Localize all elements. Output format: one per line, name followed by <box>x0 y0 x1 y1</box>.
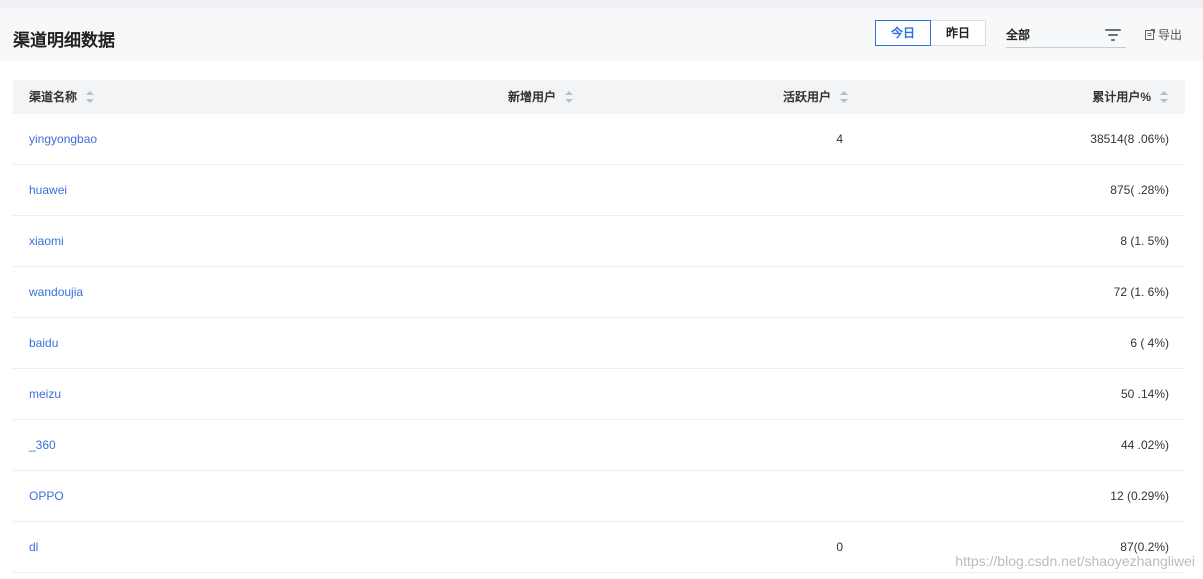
table-row: huawei 875( .28%) <box>13 165 1185 216</box>
table-row: xiaomi 8 (1. 5%) <box>13 216 1185 267</box>
active-users-value: 0 <box>836 540 843 554</box>
channel-name-link[interactable]: meizu <box>29 369 61 419</box>
table-row: baidu 6 ( 4%) <box>13 318 1185 369</box>
export-label: 导出 <box>1158 28 1183 42</box>
channel-name-link[interactable]: baidu <box>29 318 58 368</box>
channel-name-link[interactable]: xiaomi <box>29 216 64 266</box>
page-header: 渠道明细数据 今日 昨日 全部 导出 <box>0 8 1203 61</box>
total-users-value: 44 .02%) <box>1120 438 1169 452</box>
channel-name-link[interactable]: _360 <box>29 420 56 470</box>
sort-icon[interactable] <box>840 91 848 103</box>
filter-value: 全部 <box>1006 28 1031 42</box>
column-label: 渠道名称 <box>29 90 78 104</box>
total-users-value: 875( .28%) <box>1110 183 1169 197</box>
tab-today[interactable]: 今日 <box>875 20 931 46</box>
column-header-new-users[interactable]: 新增用户 <box>508 80 573 114</box>
total-users-value: 38514(8 .06%) <box>1090 132 1169 146</box>
column-header-active-users[interactable]: 活跃用户 <box>783 80 848 114</box>
total-users-value: 8 (1. 5%) <box>1120 234 1169 248</box>
channel-filter-select[interactable]: 全部 <box>1006 22 1126 48</box>
total-users-value: 6 ( 4%) <box>1130 336 1169 350</box>
table-row: meizu 50 .14%) <box>13 369 1185 420</box>
table-header: 渠道名称 新增用户 活跃用户 累计用户% <box>13 80 1185 114</box>
top-strip <box>0 0 1203 8</box>
channel-name-link[interactable]: wandoujia <box>29 267 83 317</box>
column-label: 新增用户 <box>507 90 556 104</box>
column-label: 活跃用户 <box>782 90 831 104</box>
channel-name-link[interactable]: dl <box>29 522 38 572</box>
sort-icon[interactable] <box>86 91 95 103</box>
channel-table: 渠道名称 新增用户 活跃用户 累计用户% yingyongbao 4 38514… <box>13 80 1185 573</box>
tab-yesterday[interactable]: 昨日 <box>930 20 986 46</box>
total-users-value: 72 (1. 6%) <box>1113 285 1169 299</box>
column-header-total-users[interactable]: 累计用户% <box>1092 80 1168 114</box>
page-title: 渠道明细数据 <box>13 31 115 50</box>
table-row: OPPO 12 (0.29%) <box>13 471 1185 522</box>
column-label: 累计用户% <box>1092 90 1151 104</box>
export-icon <box>1145 29 1155 40</box>
column-header-channel[interactable]: 渠道名称 <box>29 80 95 114</box>
channel-name-link[interactable]: yingyongbao <box>29 114 97 164</box>
watermark: https://blog.csdn.net/shaoyezhangliwei <box>955 553 1195 569</box>
active-users-value: 4 <box>836 132 843 146</box>
table-row: yingyongbao 4 38514(8 .06%) <box>13 114 1185 165</box>
channel-name-link[interactable]: OPPO <box>29 471 64 521</box>
table-row: wandoujia 72 (1. 6%) <box>13 267 1185 318</box>
total-users-value: 50 .14%) <box>1120 387 1169 401</box>
filter-icon[interactable] <box>1105 29 1121 41</box>
sort-icon[interactable] <box>1160 91 1168 103</box>
sort-icon[interactable] <box>565 91 573 103</box>
channel-name-link[interactable]: huawei <box>29 165 67 215</box>
total-users-value: 12 (0.29%) <box>1110 489 1169 503</box>
export-button[interactable]: 导出 <box>1145 26 1182 43</box>
table-row: _360 44 .02%) <box>13 420 1185 471</box>
